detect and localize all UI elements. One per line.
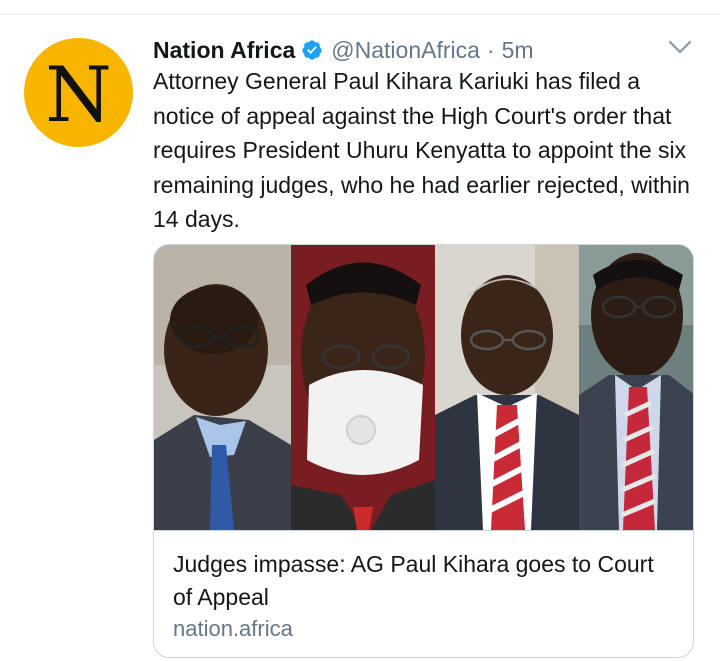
- photo-panel-4: [579, 245, 693, 530]
- card-domain: nation.africa: [173, 616, 293, 641]
- link-card[interactable]: Judges impasse: AG Paul Kihara goes to C…: [153, 244, 694, 658]
- card-title[interactable]: Judges impasse: AG Paul Kihara goes to C…: [173, 548, 673, 614]
- top-divider: [0, 14, 720, 15]
- user-handle[interactable]: @NationAfrica: [331, 37, 480, 64]
- timestamp[interactable]: 5m: [502, 37, 534, 64]
- avatar[interactable]: N: [24, 38, 133, 147]
- photo-panel-3: [435, 245, 579, 530]
- verified-badge-icon: [302, 40, 322, 60]
- card-divider: [154, 530, 693, 531]
- display-name[interactable]: Nation Africa: [153, 37, 295, 64]
- separator-dot: ·: [486, 36, 495, 63]
- tweet-text: Attorney General Paul Kihara Kariuki has…: [153, 68, 690, 232]
- tweet-header: Nation Africa @NationAfrica · 5m: [153, 34, 534, 66]
- avatar-logo-letter: N: [45, 49, 112, 139]
- photo-panel-2: [291, 245, 435, 530]
- chevron-down-icon[interactable]: [666, 36, 694, 58]
- photo-panel-1: [154, 245, 291, 530]
- card-image[interactable]: [154, 245, 693, 530]
